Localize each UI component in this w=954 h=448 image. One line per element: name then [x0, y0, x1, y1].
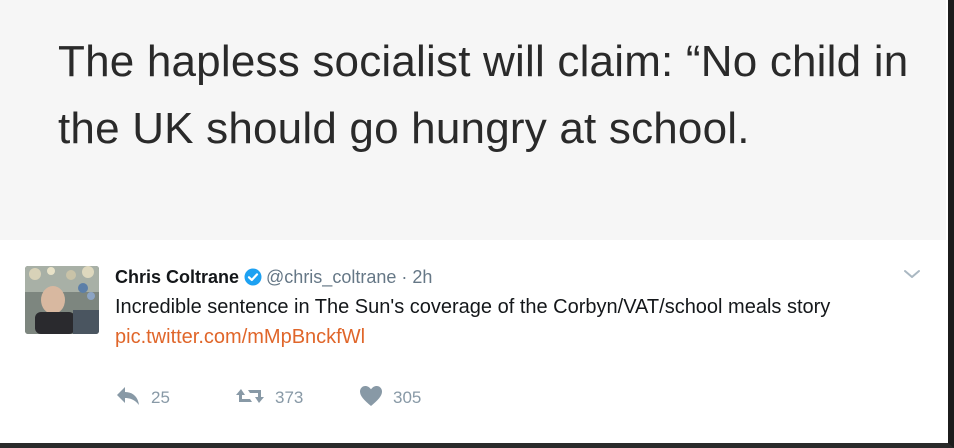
screenshot-frame: The hapless socialist will claim: “No ch… [0, 0, 954, 448]
tweet-text: Incredible sentence in The Sun's coverag… [115, 296, 831, 318]
quoted-image-text: The hapless socialist will claim: “No ch… [58, 37, 909, 153]
timestamp[interactable]: 2h [412, 267, 432, 287]
author-handle[interactable]: @chris_coltrane [266, 267, 396, 287]
like-button[interactable]: 305 [359, 384, 421, 412]
separator-dot: · [401, 267, 408, 287]
retweet-icon [235, 385, 265, 412]
tweet-card: Chris Coltrane @chris_coltrane · 2h Incre… [0, 248, 946, 438]
media-link[interactable]: pic.twitter.com/mMpBnckfWl [115, 324, 365, 350]
retweet-button[interactable]: 373 [235, 384, 303, 412]
author-name[interactable]: Chris Coltrane [115, 267, 239, 287]
quoted-image[interactable]: The hapless socialist will claim: “No ch… [0, 0, 946, 240]
tweet-header: Chris Coltrane @chris_coltrane · 2h [115, 265, 432, 292]
reply-icon [115, 385, 141, 412]
like-count: 305 [393, 388, 422, 407]
heart-icon [359, 385, 383, 412]
retweet-count: 373 [275, 388, 304, 407]
reply-count: 25 [151, 388, 170, 407]
avatar[interactable] [25, 266, 99, 334]
verified-badge-icon [244, 268, 262, 292]
reply-button[interactable]: 25 [115, 384, 170, 412]
chevron-down-icon[interactable] [900, 262, 924, 286]
